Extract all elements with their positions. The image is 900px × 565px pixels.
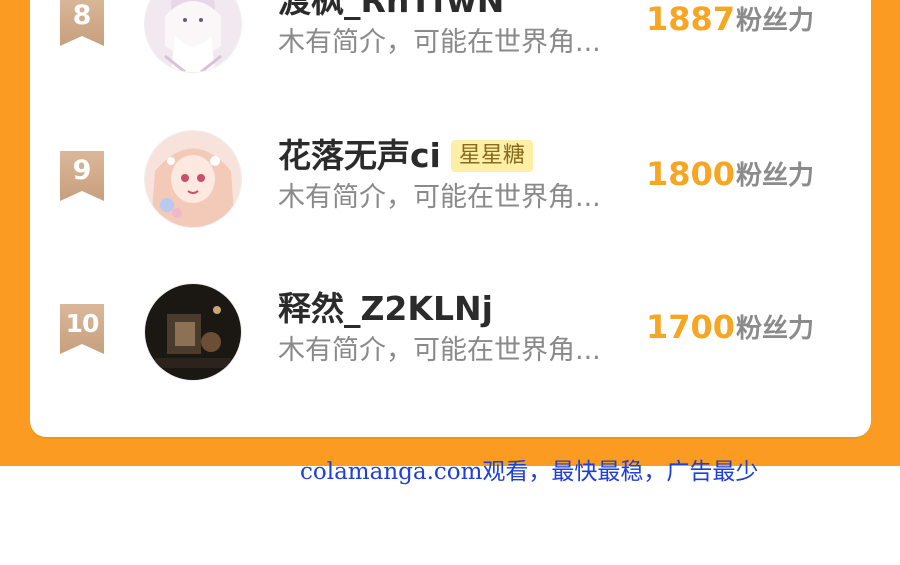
user-description: 木有简介，可能在世界角... — [278, 27, 601, 58]
rank-badge: 10 — [60, 304, 104, 354]
watermark-text: colamanga.com观看，最快最稳，广告最少 — [300, 459, 759, 485]
rank-badge: 9 — [60, 151, 104, 201]
user-description: 木有简介，可能在世界角... — [278, 335, 601, 366]
user-name[interactable]: 渡枫_RhTfwN — [278, 0, 504, 23]
rank-number: 10 — [65, 309, 100, 338]
user-name-line: 释然_Z2KLNj — [278, 287, 493, 331]
user-description: 木有简介，可能在世界角... — [278, 182, 601, 213]
user-name[interactable]: 花落无声ci — [278, 134, 441, 178]
leaderboard-row[interactable]: 10 释然_Z2KLNj 木有简介，可能在世界角... 1700 粉丝力 — [30, 283, 871, 383]
leaderboard-row[interactable]: 8 渡枫_RhTfwN 木有简介，可能在世界角... 1887 粉丝力 — [30, 0, 871, 75]
fan-power-unit: 粉丝力 — [736, 161, 815, 191]
avatar[interactable] — [144, 0, 242, 73]
fan-power-score: 1700 — [646, 308, 736, 346]
leaderboard-card: 8 渡枫_RhTfwN 木有简介，可能在世界角... 1887 粉丝力 9 花落… — [30, 0, 871, 437]
rank-number: 8 — [72, 0, 92, 31]
anime-portrait-pink-icon — [145, 131, 241, 227]
fan-power-score: 1800 — [646, 155, 736, 193]
rank-number: 9 — [72, 155, 92, 186]
fan-power-score: 1887 — [646, 0, 736, 38]
rank-badge: 8 — [60, 0, 104, 46]
user-tag-badge: 星星糖 — [450, 140, 533, 172]
anime-portrait-pale-icon — [145, 0, 241, 72]
user-name-line: 花落无声ci 星星糖 — [278, 134, 533, 178]
fan-power-unit: 粉丝力 — [736, 6, 815, 36]
fan-power-unit: 粉丝力 — [736, 314, 815, 344]
leaderboard-row[interactable]: 9 花落无声ci 星星糖 木有简介，可能在世界角... 1800 粉丝力 — [30, 130, 871, 230]
avatar[interactable] — [144, 130, 242, 228]
user-name[interactable]: 释然_Z2KLNj — [278, 287, 493, 331]
avatar[interactable] — [144, 283, 242, 381]
dark-photo-icon — [145, 284, 241, 380]
user-name-line: 渡枫_RhTfwN — [278, 0, 504, 23]
